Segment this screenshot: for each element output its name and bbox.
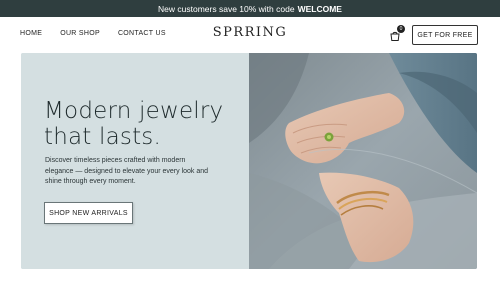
hero-title-line-2: that lasts.: [44, 124, 161, 150]
shop-new-arrivals-button[interactable]: SHOP NEW ARRIVALS: [44, 202, 133, 224]
get-for-free-button[interactable]: GET FOR FREE: [412, 25, 478, 45]
hero-banner: Modern jewelry that lasts. Discover time…: [21, 53, 477, 269]
promo-code: WELCOME: [297, 3, 342, 14]
hero-title: Modern jewelry that lasts.: [44, 98, 244, 150]
hero-title-line-1: Modern jewelry: [44, 98, 224, 124]
hero-description: Discover timeless pieces crafted with mo…: [45, 157, 209, 185]
hero-photo-jewelry: [249, 53, 477, 269]
hero-text-panel: Modern jewelry that lasts. Discover time…: [21, 53, 249, 269]
promo-text: New customers save 10% with code: [158, 3, 295, 14]
top-nav: HOME OUR SHOP CONTACT US SPRRING 0 GET F…: [0, 17, 500, 53]
promo-bar: New customers save 10% with code WELCOME: [0, 0, 500, 17]
cart-button[interactable]: 0: [389, 25, 405, 42]
cart-count-badge: 0: [397, 25, 405, 33]
